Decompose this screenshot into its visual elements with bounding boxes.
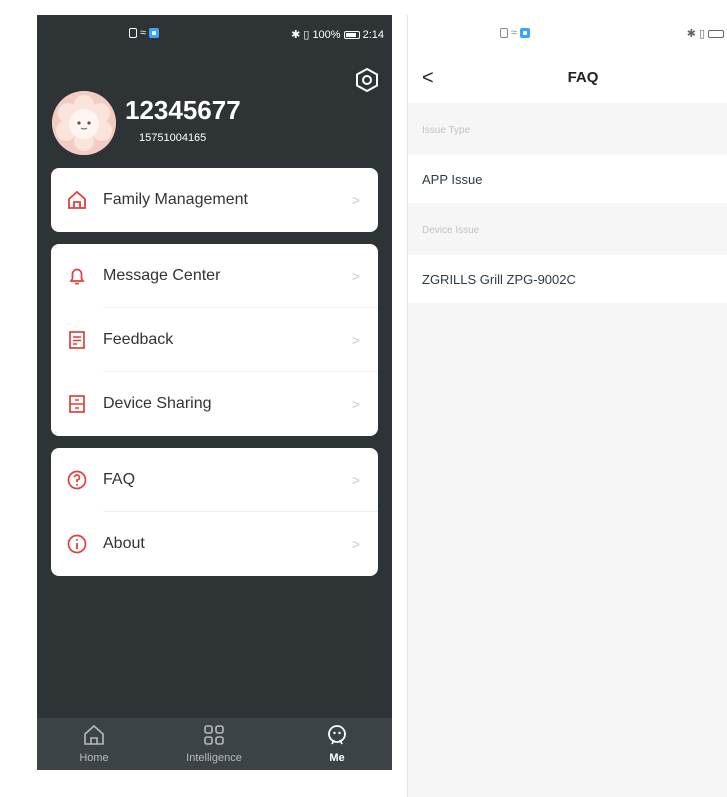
flower-avatar-icon [52, 91, 116, 155]
chevron-right-icon: > [351, 472, 360, 488]
grid-icon [204, 725, 224, 745]
battery-icon [708, 29, 724, 38]
tab-intelligence[interactable]: Intelligence [184, 723, 244, 764]
share-icon [69, 395, 85, 413]
bluetooth-icon: ✱ [686, 28, 696, 40]
app-notification-icon [520, 28, 531, 38]
section-header-issue-type: Issue Type [422, 125, 471, 136]
faq-item-device[interactable]: ZGRILLS Grill ZPG-9002C [408, 255, 727, 303]
menu-item-message-center[interactable]: Message Center > [51, 244, 378, 308]
info-icon [67, 534, 87, 554]
question-icon [67, 470, 87, 490]
status-bar: ≈ ✱ ▯ 100% 2:14 [37, 15, 392, 53]
section-header-device-issue: Device Issue [422, 225, 480, 236]
chevron-right-icon: > [351, 332, 360, 348]
home-icon [84, 724, 104, 745]
me-screen: ≈ ✱ ▯ 100% 2:14 12345677 15751004165 Fam… [37, 15, 392, 770]
menu-item-label: FAQ [103, 471, 136, 488]
tab-home[interactable]: Home [64, 723, 124, 764]
chevron-right-icon: > [351, 396, 360, 412]
header: < FAQ [408, 53, 727, 103]
menu-item-label: Message Center [103, 267, 221, 284]
bell-icon [69, 268, 85, 285]
username: 12345677 [125, 95, 241, 125]
faq-item-app-issue[interactable]: APP Issue [408, 155, 727, 203]
menu-item-family-management[interactable]: Family Management > [51, 168, 378, 232]
sim-icon [500, 28, 508, 38]
bottom-tab-bar: Home Intelligence Me [37, 718, 392, 770]
chevron-right-icon: > [351, 268, 360, 284]
menu-item-label: About [103, 535, 145, 552]
menu-card-help: FAQ > About > [51, 448, 378, 576]
settings-hexagon-icon[interactable] [354, 67, 380, 93]
tab-label: Home [79, 752, 109, 764]
menu-item-faq[interactable]: FAQ > [51, 448, 378, 512]
faq-item-label: ZGRILLS Grill ZPG-9002C [422, 272, 576, 287]
menu-item-label: Family Management [103, 191, 248, 208]
wifi-icon: ≈ [140, 27, 147, 39]
vibrate-icon: ▯ [698, 28, 705, 40]
tab-label: Me [329, 752, 345, 764]
phone-number: 15751004165 [139, 132, 207, 144]
me-icon [328, 725, 346, 745]
battery-icon [343, 30, 360, 39]
chevron-right-icon: > [351, 536, 360, 552]
bluetooth-icon: ✱ [291, 29, 301, 41]
home-icon [68, 190, 86, 209]
menu-item-about[interactable]: About > [51, 512, 378, 576]
tab-label: Intelligence [186, 752, 242, 764]
feedback-icon [69, 331, 85, 349]
menu-item-label: Feedback [103, 331, 174, 348]
menu-item-device-sharing[interactable]: Device Sharing > [51, 372, 378, 436]
menu-item-feedback[interactable]: Feedback > [51, 308, 378, 372]
chevron-right-icon: > [351, 192, 360, 208]
page-title: FAQ [567, 69, 599, 86]
sim-icon [129, 28, 137, 38]
battery-percent: 100% [312, 28, 341, 41]
app-notification-icon [149, 28, 160, 38]
menu-card-family: Family Management > [51, 168, 378, 232]
faq-screen: ≈ ✱ ▯ < FAQ Issue Type APP Issue Device … [407, 15, 727, 797]
faq-item-label: APP Issue [422, 172, 483, 187]
menu-item-label: Device Sharing [103, 395, 212, 412]
wifi-icon: ≈ [511, 27, 518, 39]
menu-card-messages: Message Center > Feedback > Device Shari… [51, 244, 378, 436]
vibrate-icon: ▯ [303, 29, 310, 41]
status-bar: ≈ ✱ ▯ [408, 15, 727, 53]
clock: 2:14 [362, 28, 384, 41]
tab-me[interactable]: Me [307, 723, 367, 764]
avatar[interactable] [52, 91, 116, 155]
